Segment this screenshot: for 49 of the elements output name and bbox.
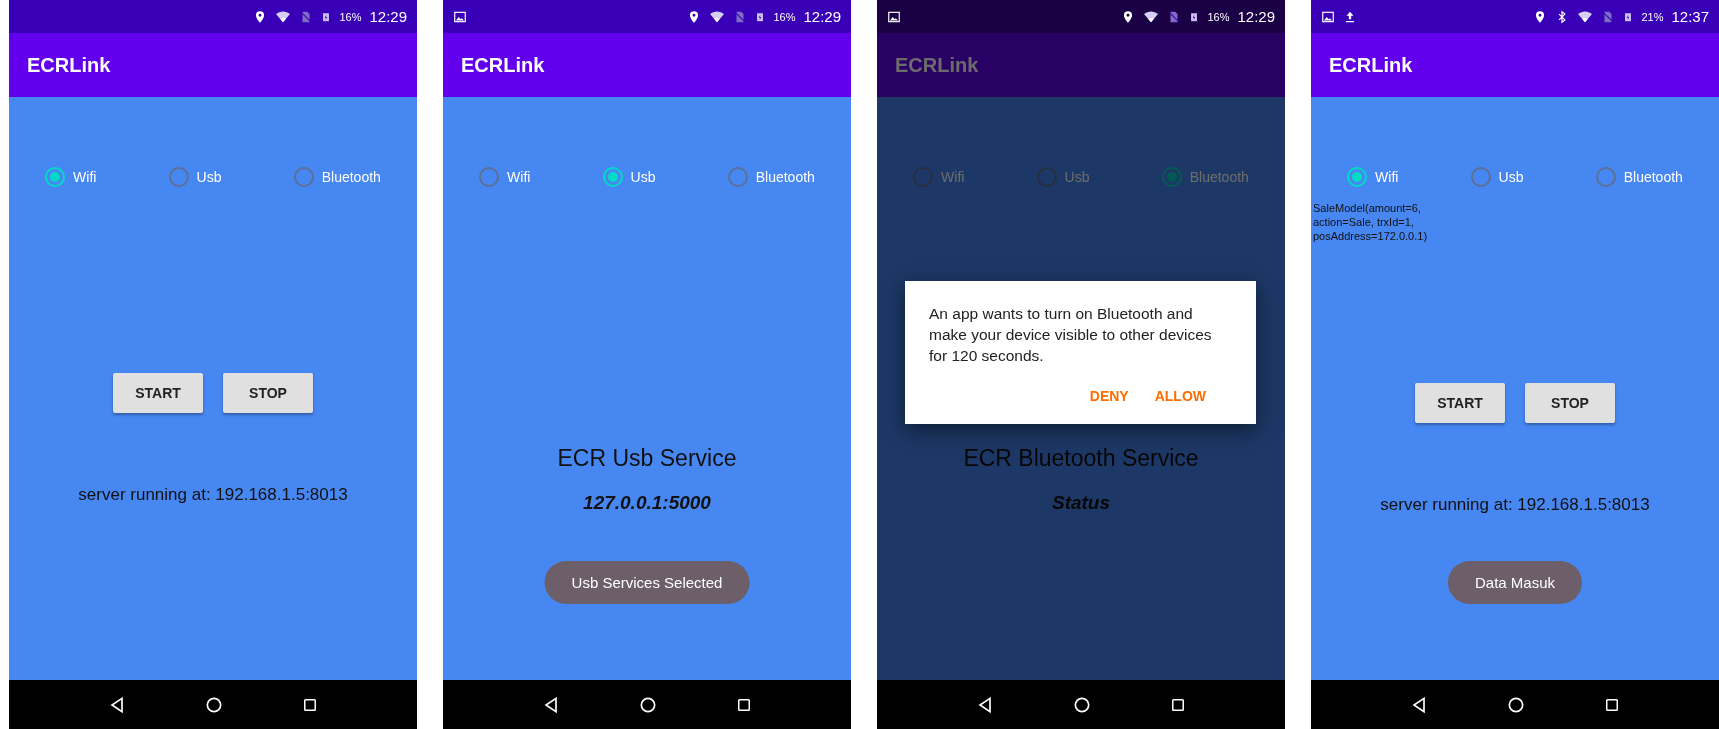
image-icon <box>887 9 901 24</box>
wifi-icon <box>275 9 292 24</box>
app-title: ECRLink <box>461 53 545 77</box>
dialog-button[interactable]: DENY <box>1081 380 1137 412</box>
radio-option[interactable]: Bluetooth <box>1161 167 1249 187</box>
dialog-button[interactable]: ALLOW <box>1146 380 1214 412</box>
radio-option[interactable]: Usb <box>1470 167 1524 187</box>
radio-option[interactable]: Wifi <box>1347 167 1399 187</box>
toast-message: Usb Services Selected <box>544 561 750 604</box>
wifi-icon <box>709 9 726 24</box>
app-title: ECRLink <box>895 53 979 77</box>
action-button[interactable]: START <box>1415 383 1505 423</box>
radio-option[interactable]: Bluetooth <box>727 167 815 187</box>
no-sim-icon <box>1167 9 1182 24</box>
clock-time: 12:29 <box>1237 8 1275 25</box>
battery-percentage: 16% <box>339 10 362 23</box>
service-address: 127.0.0.1:5000 <box>583 492 711 514</box>
server-status-text: server running at: 192.168.1.5:8013 <box>78 485 348 505</box>
radio-option[interactable]: Bluetooth <box>1595 167 1683 187</box>
action-button[interactable]: START <box>113 373 203 413</box>
radio-option[interactable]: Wifi <box>45 167 97 187</box>
battery-percentage: 16% <box>1207 10 1230 23</box>
wifi-icon <box>1577 9 1594 24</box>
app-title: ECRLink <box>1329 53 1413 77</box>
wifi-icon <box>1143 9 1160 24</box>
toast-message: Data Masuk <box>1448 561 1582 604</box>
upload-icon <box>1343 9 1357 24</box>
action-button[interactable]: STOP <box>223 373 313 413</box>
clock-time: 12:29 <box>803 8 841 25</box>
battery-percentage: 21% <box>1641 10 1664 23</box>
radio-option[interactable]: Usb <box>602 167 656 187</box>
service-title: ECR Usb Service <box>557 445 737 472</box>
action-button[interactable]: STOP <box>1525 383 1615 423</box>
radio-option[interactable]: Usb <box>168 167 222 187</box>
clock-time: 12:37 <box>1671 8 1709 25</box>
battery-percentage: 16% <box>773 10 796 23</box>
sale-model-text: SaleModel(amount=6, action=Sale, trxId=1, posAddress=172.0.0.1) <box>1313 201 1429 243</box>
app-title: ECRLink <box>27 53 111 77</box>
radio-option[interactable]: Usb <box>1036 167 1090 187</box>
radio-option[interactable]: Wifi <box>479 167 531 187</box>
dialog-message: An app wants to turn on Bluetooth and make your device visible to other devices for 120 seconds. <box>929 304 1213 366</box>
service-title: ECR Bluetooth Service <box>963 445 1199 472</box>
service-address: Status <box>1051 492 1111 514</box>
image-icon <box>1321 9 1335 24</box>
radio-option[interactable]: Bluetooth <box>293 167 381 187</box>
server-status-text: server running at: 192.168.1.5:8013 <box>1380 495 1650 515</box>
clock-time: 12:29 <box>369 8 407 25</box>
image-icon <box>453 9 467 24</box>
radio-option[interactable]: Wifi <box>913 167 965 187</box>
